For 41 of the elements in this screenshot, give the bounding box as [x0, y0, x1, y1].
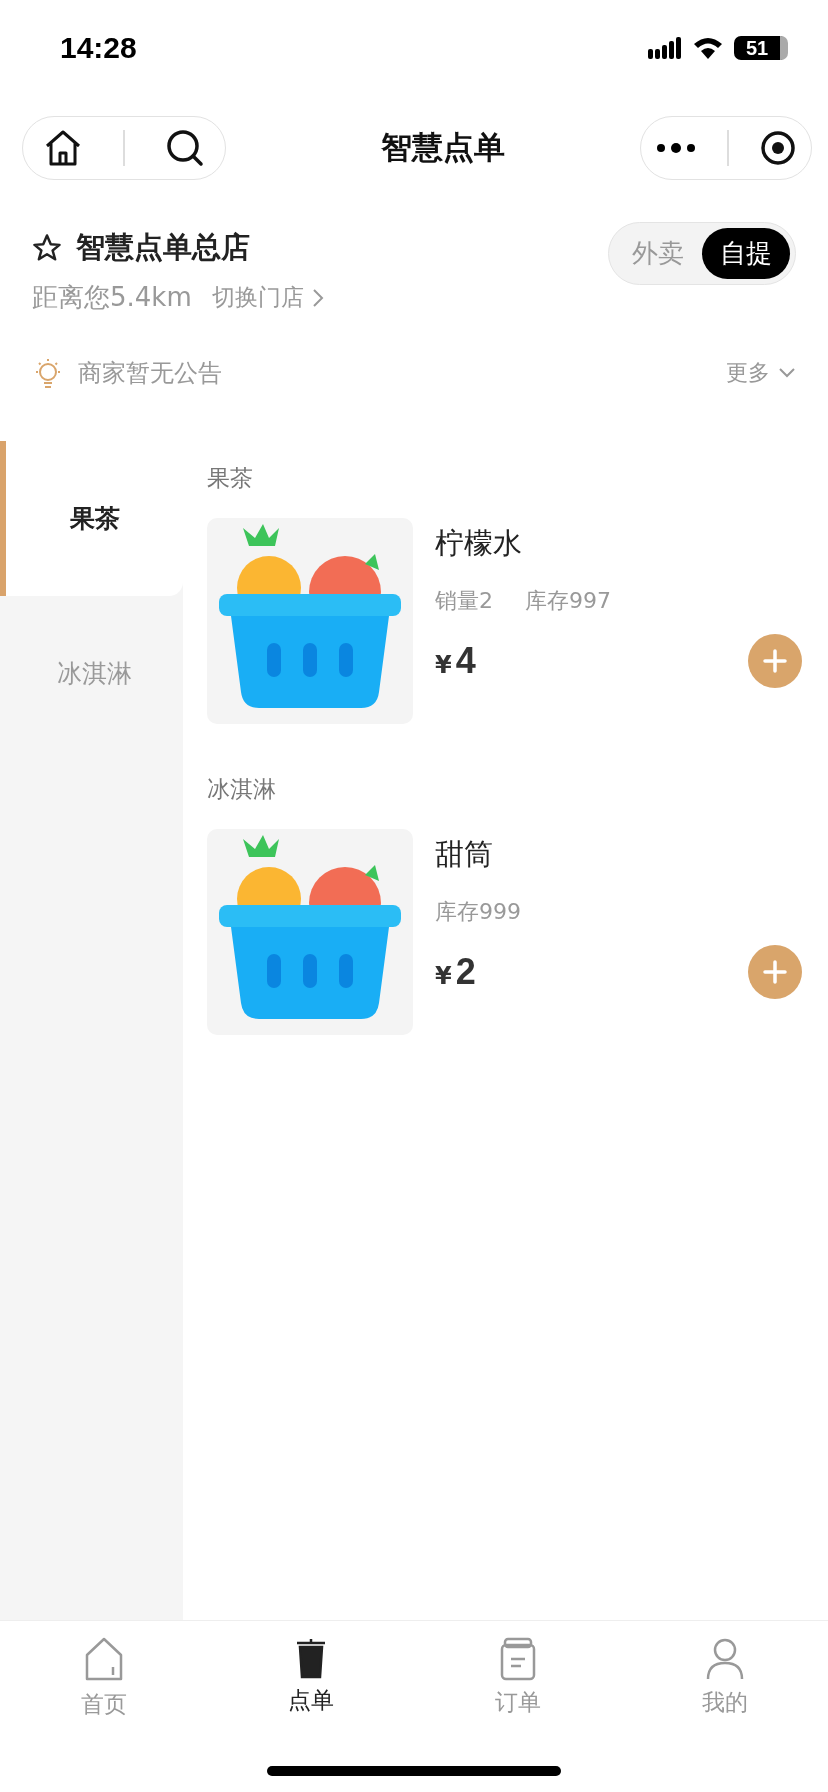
product-price: 4	[455, 640, 476, 682]
page-title: 智慧点单	[380, 128, 506, 167]
notice-text: 商家暂无公告	[78, 358, 222, 389]
status-time: 14:28	[60, 31, 137, 65]
product-price: 2	[455, 951, 476, 993]
mode-option[interactable]: 自提	[702, 228, 790, 279]
document-icon	[499, 1637, 536, 1681]
product-stat: 销量2	[435, 587, 493, 615]
battery-icon: 51	[734, 36, 788, 60]
currency-sign: ¥	[435, 962, 452, 990]
cup-icon	[294, 1637, 327, 1679]
store-distance: 距离您5.4km	[32, 281, 192, 314]
section-title: 果茶	[207, 464, 254, 493]
product-name: 柠檬水	[435, 525, 523, 562]
star-icon[interactable]	[32, 233, 62, 263]
tab-item[interactable]: 点单	[207, 1637, 414, 1716]
more-button[interactable]	[656, 142, 697, 154]
home-icon	[84, 1637, 123, 1683]
close-button[interactable]	[759, 130, 796, 166]
chevron-right-icon	[311, 287, 324, 308]
user-icon	[704, 1637, 745, 1681]
currency-sign: ¥	[435, 651, 452, 679]
category-item[interactable]: 果茶	[0, 441, 183, 596]
more-button[interactable]: 更多	[726, 358, 796, 388]
section-title: 冰淇淋	[207, 775, 277, 804]
chevron-down-icon	[778, 367, 796, 379]
plus-icon	[762, 648, 788, 674]
mode-option[interactable]: 外卖	[614, 228, 702, 279]
tab-item[interactable]: 订单	[414, 1637, 621, 1718]
product-stat: 库存997	[525, 587, 611, 615]
product-stat: 库存999	[435, 898, 521, 926]
wifi-icon	[692, 36, 724, 60]
product-name: 甜筒	[435, 836, 494, 873]
tab-item[interactable]: 我的	[621, 1637, 828, 1718]
tab-item[interactable]: 首页	[0, 1637, 207, 1720]
store-name: 智慧点单总店	[76, 229, 250, 266]
plus-icon	[762, 959, 788, 985]
search-button[interactable]	[164, 128, 205, 168]
category-item[interactable]: 冰淇淋	[0, 596, 183, 751]
switch-store-link[interactable]: 切换门店	[211, 282, 324, 313]
signal-icon	[648, 37, 682, 59]
